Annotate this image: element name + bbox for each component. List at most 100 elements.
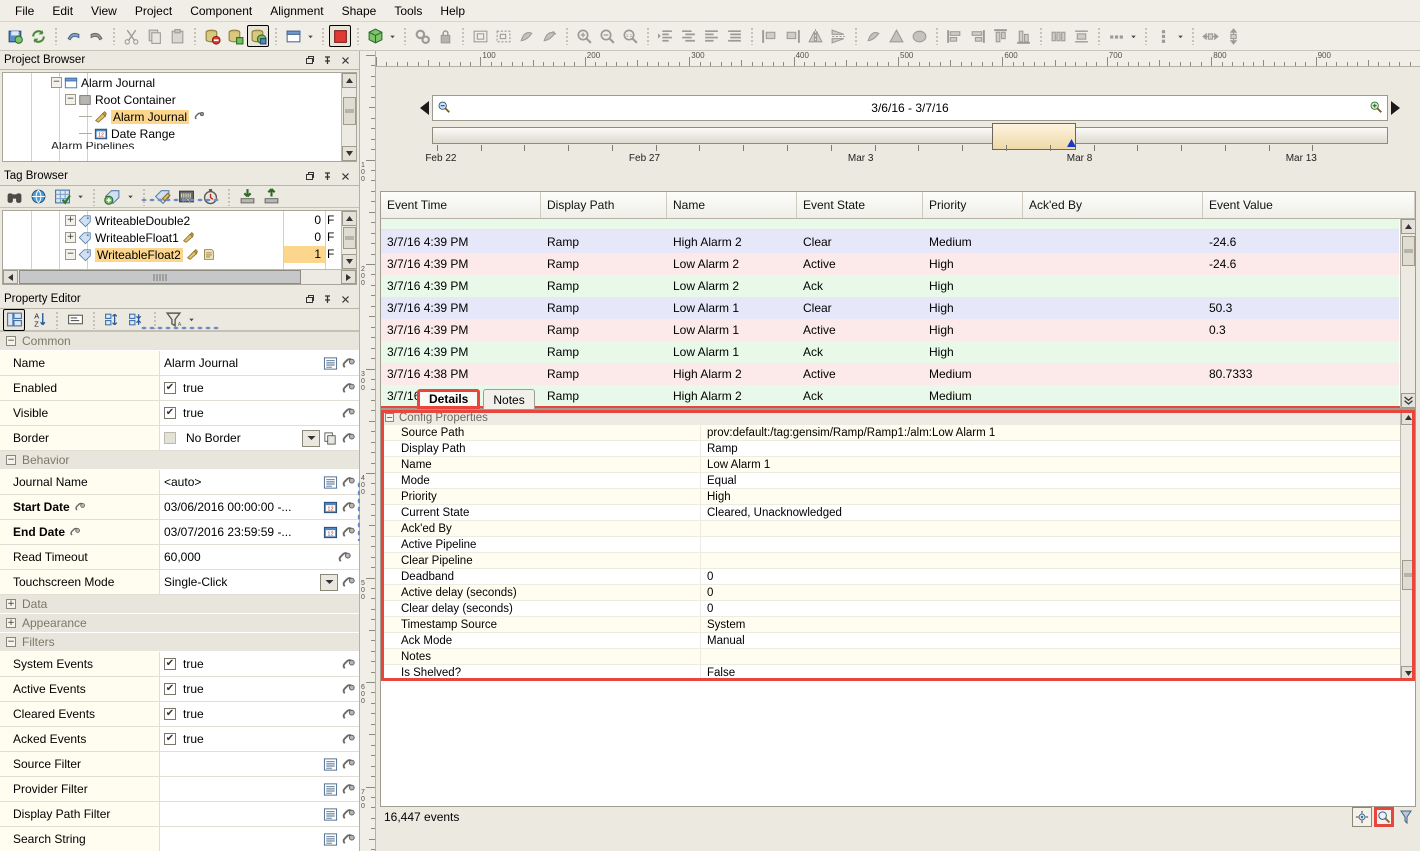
shape-c-icon[interactable] xyxy=(865,28,882,45)
close-icon[interactable] xyxy=(340,294,351,305)
add-tag-icon[interactable] xyxy=(104,188,121,205)
property-group-common[interactable]: −Common xyxy=(0,332,359,351)
date-range-field[interactable]: 3/6/16 - 3/7/16 xyxy=(432,95,1388,121)
alarm-table-body[interactable]: 3/7/16 4:39 PMRampLow Alarm 2ClearHigh28… xyxy=(381,219,1415,409)
alarm-journal-table[interactable]: Event TimeDisplay PathNameEvent StatePri… xyxy=(380,191,1416,807)
categorize-icon[interactable] xyxy=(6,311,23,328)
binding-icon[interactable] xyxy=(341,475,356,490)
filter-button[interactable] xyxy=(1396,807,1416,827)
indent-a-icon[interactable] xyxy=(657,28,674,45)
calendar-icon[interactable]: 12 xyxy=(323,525,338,540)
menu-item-view[interactable]: View xyxy=(82,1,126,21)
distribute-h-icon[interactable] xyxy=(1050,28,1067,45)
globe-icon[interactable] xyxy=(30,188,47,205)
align-left-icon[interactable] xyxy=(943,25,965,47)
align-bottom-icon[interactable] xyxy=(1015,28,1032,45)
scroll-up-icon[interactable] xyxy=(342,211,357,226)
copy-icon[interactable] xyxy=(146,28,163,45)
binding-icon[interactable] xyxy=(341,575,356,590)
menu-item-help[interactable]: Help xyxy=(431,1,474,21)
binding-icon[interactable] xyxy=(341,807,356,822)
cut-icon[interactable] xyxy=(120,25,142,47)
column-header-event-state[interactable]: Event State xyxy=(797,192,923,218)
zoom-in-icon[interactable] xyxy=(1369,100,1383,117)
prev-arrow-icon[interactable] xyxy=(418,101,432,115)
dropdown-arrow-icon[interactable] xyxy=(1129,32,1138,41)
dropdown-arrow-icon[interactable] xyxy=(1176,32,1185,41)
edit-text-icon[interactable] xyxy=(323,807,338,822)
zoom-in-icon[interactable] xyxy=(576,28,593,45)
db-deny-icon[interactable] xyxy=(201,25,223,47)
expand-icon[interactable]: + xyxy=(65,215,76,226)
paste-icon[interactable] xyxy=(166,25,188,47)
binding-icon[interactable] xyxy=(341,782,356,797)
refresh-icon[interactable] xyxy=(27,25,49,47)
save-icon[interactable] xyxy=(7,28,24,45)
window-icon[interactable] xyxy=(282,25,304,47)
property-group-appearance[interactable]: +Appearance xyxy=(0,614,359,633)
details-row[interactable]: Source Pathprov:default:/tag:gensim/Ramp… xyxy=(381,425,1415,441)
target-button[interactable] xyxy=(1352,807,1372,827)
tab-notes[interactable]: Notes xyxy=(483,389,534,409)
binding-icon[interactable] xyxy=(341,657,356,672)
calendar-icon[interactable]: 12 xyxy=(323,500,338,515)
refresh-icon[interactable] xyxy=(30,28,47,45)
zoom-actual-icon[interactable]: 1:1 xyxy=(622,28,639,45)
scrollbar-thumb[interactable] xyxy=(1402,560,1415,590)
dropdown-arrow-icon[interactable] xyxy=(1128,32,1139,41)
details-group-header[interactable]: − Config Properties xyxy=(381,410,1415,425)
dropdown-arrow-icon[interactable] xyxy=(187,315,196,324)
tag-browser-resize-grip[interactable] xyxy=(140,326,220,330)
property-row[interactable]: Cleared Events✔true xyxy=(0,702,359,727)
size-h-icon[interactable] xyxy=(1199,25,1221,47)
column-header-event-time[interactable]: Event Time xyxy=(381,192,541,218)
binding-icon[interactable] xyxy=(341,757,356,772)
binding-icon[interactable] xyxy=(341,525,356,540)
menu-item-shape[interactable]: Shape xyxy=(333,1,386,21)
collapse-icon[interactable]: − xyxy=(51,77,62,88)
menu-item-alignment[interactable]: Alignment xyxy=(261,1,332,21)
align-corner-b-icon[interactable] xyxy=(784,28,801,45)
sort-az-icon[interactable]: AZ xyxy=(27,309,49,331)
align-corner-b-icon[interactable] xyxy=(781,25,803,47)
expand-icon[interactable]: + xyxy=(65,232,76,243)
property-row[interactable]: Touchscreen ModeSingle-Click xyxy=(0,570,359,595)
collapse-icon[interactable]: − xyxy=(6,336,16,346)
column-header-priority[interactable]: Priority xyxy=(923,192,1023,218)
property-value[interactable]: 03/07/2016 23:59:59 -...12 xyxy=(160,520,359,544)
binoculars-icon[interactable] xyxy=(6,188,23,205)
property-group-data[interactable]: +Data xyxy=(0,595,359,614)
lock-icon[interactable] xyxy=(434,25,456,47)
collapse-icon[interactable]: − xyxy=(65,249,76,260)
grid-check-icon[interactable] xyxy=(51,186,73,208)
details-row[interactable]: Current StateCleared, Unacknowledged xyxy=(381,505,1415,521)
align-right-icon[interactable] xyxy=(969,28,986,45)
cut-icon[interactable] xyxy=(123,28,140,45)
import-icon[interactable] xyxy=(236,186,258,208)
property-row[interactable]: Read Timeout60,000 xyxy=(0,545,359,570)
details-row[interactable]: Timestamp SourceSystem xyxy=(381,617,1415,633)
db-deny-icon[interactable] xyxy=(204,28,221,45)
details-row[interactable]: Clear delay (seconds)0 xyxy=(381,601,1415,617)
shape-e-icon[interactable] xyxy=(911,28,928,45)
collapse-icon[interactable]: − xyxy=(6,637,16,647)
property-row[interactable]: NameAlarm Journal xyxy=(0,351,359,376)
undo-icon[interactable] xyxy=(62,25,84,47)
binding-icon[interactable] xyxy=(341,381,356,396)
size-h-icon[interactable] xyxy=(1202,28,1219,45)
property-row[interactable]: Search String xyxy=(0,827,359,851)
indent-c-icon[interactable] xyxy=(700,25,722,47)
search-button[interactable] xyxy=(1374,807,1394,827)
zoom-out-icon[interactable] xyxy=(599,28,616,45)
shape-d-icon[interactable] xyxy=(888,28,905,45)
property-group-filters[interactable]: −Filters xyxy=(0,633,359,652)
zoom-in-icon[interactable] xyxy=(573,25,595,47)
zoom-actual-icon[interactable]: 1:1 xyxy=(619,25,641,47)
details-row[interactable]: ModeEqual xyxy=(381,473,1415,489)
property-value[interactable]: Single-Click xyxy=(160,570,359,594)
table-row[interactable]: 3/7/16 4:39 PMRampLow Alarm 2AckHigh xyxy=(381,275,1399,297)
tree-node[interactable]: Alarm Journal xyxy=(3,108,340,125)
distribute-h-icon[interactable] xyxy=(1047,25,1069,47)
property-value[interactable] xyxy=(160,827,359,851)
details-row[interactable]: Deadband0 xyxy=(381,569,1415,585)
